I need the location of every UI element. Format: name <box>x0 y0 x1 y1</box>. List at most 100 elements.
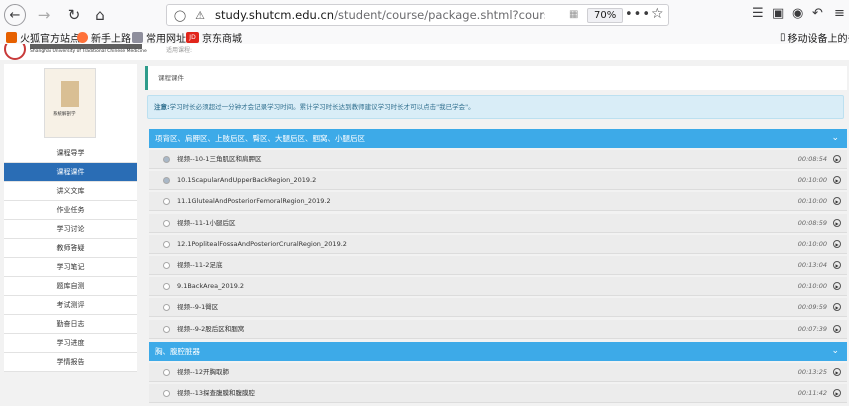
lesson-title[interactable]: 视频--11-1小腿后区 <box>177 214 235 233</box>
site-header: Shanghai University of Traditional Chine… <box>0 44 849 60</box>
play-icon[interactable]: ▶ <box>833 155 841 163</box>
lesson-duration: 00:10:00 <box>797 282 827 291</box>
bookmark-label: 火狐官方站点 <box>20 34 80 45</box>
url-bar[interactable]: ◯ ⚠ study.shutcm.edu.cn/student/course/p… <box>166 4 669 26</box>
forward-arrow-icon[interactable]: → <box>32 3 56 27</box>
menu-item-progress[interactable]: 学习进度 <box>4 334 137 353</box>
back-arrow-icon[interactable]: ← <box>4 4 26 26</box>
cover-title: 系统解剖学 <box>53 112 76 117</box>
course-menu: 课程导学 课程课件 讲义文库 作业任务 学习讨论 教师答疑 学习笔记 题库自测 … <box>4 144 137 372</box>
firefox-icon <box>77 32 88 43</box>
lesson-title[interactable]: 10.1ScapularAndUpperBackRegion_2019.2 <box>177 171 316 190</box>
lesson-row[interactable]: 9.1BackArea_2019.2 00:10:00 ▶ <box>149 277 847 297</box>
url-text[interactable]: study.shutcm.edu.cn/student/course/packa… <box>215 8 545 22</box>
lesson-title[interactable]: 12.1PoplitealFossaAndPosteriorCruralRegi… <box>177 235 347 254</box>
menu-item-assignments[interactable]: 作业任务 <box>4 201 137 220</box>
lesson-duration: 00:10:00 <box>797 197 827 206</box>
breadcrumb: 课程课件 <box>145 66 847 90</box>
menu-item-exams[interactable]: 考试测评 <box>4 296 137 315</box>
lesson-row[interactable]: 视频--10-1三角肌区和肩胛区 00:08:54 ▶ <box>149 150 847 169</box>
lesson-title[interactable]: 9.1BackArea_2019.2 <box>177 277 244 296</box>
progress-status-icon <box>163 156 170 163</box>
menu-item-course-guide[interactable]: 课程导学 <box>4 144 137 163</box>
lesson-row[interactable]: 视频--11-2足底 00:13:04 ▶ <box>149 255 847 275</box>
cover-illustration <box>61 81 79 107</box>
section-item-list: 视频--12开胸取肺 00:13:25 ▶ 视频--13探查腹膜和腹膜腔 00:11:4… <box>149 363 847 405</box>
lesson-row[interactable]: 视频--9-2股后区和腘窝 00:07:39 ▶ <box>149 319 847 339</box>
play-icon[interactable]: ▶ <box>833 239 841 248</box>
notice-banner: 注意:学习时长必须超过一分钟才会记录学习时间。累计学习时长达到教师建议学习时长才… <box>147 95 844 119</box>
lesson-title[interactable]: 11.1GlutealAndPosteriorFemoralRegion_201… <box>177 192 331 211</box>
account-icon[interactable]: ◉ <box>792 6 803 21</box>
progress-status-icon <box>163 219 170 227</box>
lesson-row[interactable]: 10.1ScapularAndUpperBackRegion_2019.2 00:… <box>149 171 847 191</box>
library-icon[interactable]: ☰ <box>752 6 764 21</box>
insecure-lock-icon[interactable]: ⚠ <box>193 9 207 22</box>
lesson-row[interactable]: 视频--13探查腹膜和腹膜腔 00:11:42 ▶ <box>149 384 847 404</box>
menu-item-diligence-log[interactable]: 勤奋日志 <box>4 315 137 334</box>
menu-item-teacher-qa[interactable]: 教师答疑 <box>4 239 137 258</box>
play-icon[interactable]: ▶ <box>833 282 841 291</box>
sidebar-icon[interactable]: ▣ <box>772 6 784 21</box>
lesson-row[interactable]: 视频--11-1小腿后区 00:08:59 ▶ <box>149 213 847 233</box>
zoom-level[interactable]: 70% <box>587 8 624 23</box>
bookmark-firefox-site[interactable]: 火狐官方站点 <box>6 30 80 45</box>
home-icon[interactable]: ⌂ <box>88 3 112 27</box>
lesson-row[interactable]: 视频--12开胸取肺 00:13:25 ▶ <box>149 363 847 382</box>
lesson-title[interactable]: 视频--9-2股后区和腘窝 <box>177 320 244 339</box>
notice-text: 学习时长必须超过一分钟才会记录学习时间。累计学习时长达到教师建议学习时长才可以点… <box>169 103 475 111</box>
play-icon[interactable]: ▶ <box>833 303 841 312</box>
undo-icon[interactable]: ↶ <box>812 6 823 21</box>
section-header-back-regions[interactable]: 项背区、肩胛区、上肢后区、臀区、大腿后区、腘窝、小腿后区 ⌄ <box>149 129 847 148</box>
menu-item-self-test[interactable]: 题库自测 <box>4 277 137 296</box>
lesson-duration: 00:08:59 <box>797 218 827 227</box>
bookmark-getting-started[interactable]: 新手上路 <box>77 30 131 45</box>
menu-item-discussion[interactable]: 学习讨论 <box>4 220 137 239</box>
lesson-row[interactable]: 11.1GlutealAndPosteriorFemoralRegion_201… <box>149 192 847 212</box>
bookmarks-bar: 火狐官方站点 新手上路 常用网址 JD 京东商城 ▯ 移动设备上的书签 <box>0 30 849 45</box>
bookmark-jd-mall[interactable]: JD 京东商城 <box>186 30 242 45</box>
lesson-duration: 00:07:39 <box>797 324 827 333</box>
progress-status-icon <box>163 304 170 312</box>
menu-item-report[interactable]: 学情报告 <box>4 353 137 372</box>
menu-icon[interactable]: ≡ <box>834 6 845 21</box>
menu-item-notes[interactable]: 学习笔记 <box>4 258 137 277</box>
page-actions-icon[interactable]: ••• <box>625 7 651 22</box>
lesson-title[interactable]: 视频--9-1臀区 <box>177 298 218 317</box>
progress-status-icon <box>163 198 170 206</box>
lesson-title[interactable]: 视频--12开胸取肺 <box>177 363 229 382</box>
play-icon[interactable]: ▶ <box>833 218 841 227</box>
play-icon[interactable]: ▶ <box>833 368 841 376</box>
progress-status-icon <box>163 369 170 376</box>
progress-status-icon <box>163 177 170 185</box>
play-icon[interactable]: ▶ <box>833 260 841 269</box>
reload-icon[interactable]: ↻ <box>62 3 86 27</box>
lesson-duration: 00:08:54 <box>797 155 827 163</box>
bookmark-common-sites[interactable]: 常用网址 <box>132 30 186 45</box>
play-icon[interactable]: ▶ <box>833 197 841 206</box>
lesson-row[interactable]: 12.1PoplitealFossaAndPosteriorCruralRegi… <box>149 234 847 254</box>
shield-icon[interactable]: ◯ <box>173 9 187 22</box>
lesson-title[interactable]: 视频--10-1三角肌区和肩胛区 <box>177 150 261 169</box>
lesson-duration: 00:11:42 <box>797 389 827 398</box>
course-cover-box: 系统解剖学 <box>4 64 137 144</box>
lesson-row[interactable]: 视频--9-1臀区 00:09:59 ▶ <box>149 298 847 318</box>
sidebar: 系统解剖学 课程导学 课程课件 讲义文库 作业任务 学习讨论 教师答疑 学习笔记… <box>4 60 137 406</box>
chevron-down-icon[interactable]: ⌄ <box>831 342 839 361</box>
folder-icon <box>132 32 143 43</box>
play-icon[interactable]: ▶ <box>833 176 841 185</box>
lesson-title[interactable]: 视频--13探查腹膜和腹膜腔 <box>177 384 255 403</box>
lesson-duration: 00:13:25 <box>797 368 827 376</box>
section-header-thoracic-abdominal[interactable]: 胸、腹腔脏器 ⌄ <box>149 342 847 361</box>
bookmark-mobile[interactable]: ▯ 移动设备上的书签 <box>780 30 849 45</box>
menu-item-handouts[interactable]: 讲义文库 <box>4 182 137 201</box>
lesson-title[interactable]: 视频--11-2足底 <box>177 256 222 275</box>
qr-code-icon[interactable]: ▦ <box>569 9 578 20</box>
play-icon[interactable]: ▶ <box>833 324 841 333</box>
bookmark-star-icon[interactable]: ☆ <box>651 6 664 22</box>
bookmark-label: 常用网址 <box>146 34 186 45</box>
progress-status-icon <box>163 390 170 398</box>
menu-item-courseware[interactable]: 课程课件 <box>4 163 137 182</box>
play-icon[interactable]: ▶ <box>833 389 841 398</box>
chevron-down-icon[interactable]: ⌄ <box>831 129 839 148</box>
